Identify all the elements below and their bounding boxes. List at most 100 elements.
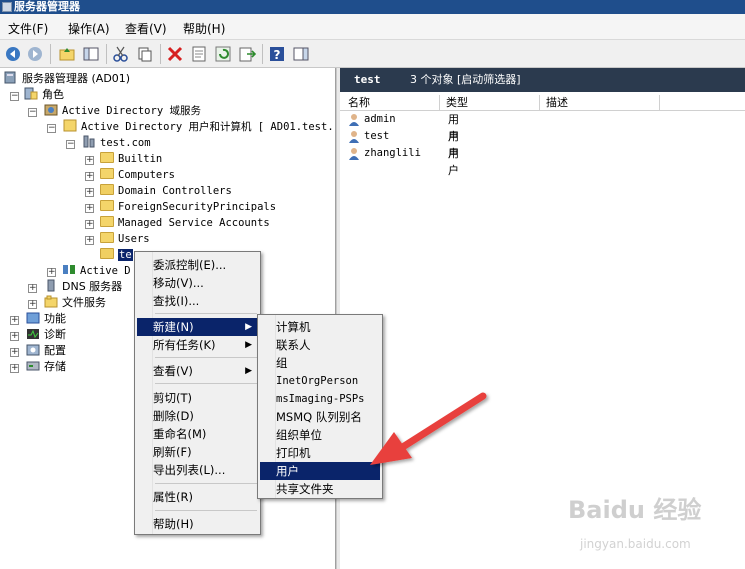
storage-icon — [26, 361, 40, 371]
menu-view[interactable]: 查看(V) — [125, 20, 167, 37]
folder-icon — [100, 232, 114, 243]
tree-item-users[interactable]: Users — [100, 231, 150, 247]
menu-item-cut[interactable]: 剪切(T) — [137, 389, 258, 407]
tree-item-builtin[interactable]: Builtin — [100, 151, 162, 167]
collapse-toggle[interactable]: − — [66, 140, 75, 149]
menu-item-all-tasks[interactable]: 所有任务(K) ▶ — [137, 336, 258, 354]
expand-toggle[interactable]: + — [85, 188, 94, 197]
help-icon[interactable]: ? — [268, 45, 286, 63]
tree-item-roles[interactable]: 角色 — [24, 87, 64, 103]
tree-item-aduc[interactable]: Active Directory 用户和计算机 [ AD01.test. — [63, 119, 334, 135]
tree-label: te — [118, 249, 133, 261]
tree-label: Managed Service Accounts — [118, 217, 270, 229]
submenu-item-computer[interactable]: 计算机 — [260, 318, 380, 336]
tree-item-server-manager[interactable]: 服务器管理器 (AD01) — [4, 71, 130, 87]
menu-help[interactable]: 帮助(H) — [183, 20, 225, 37]
show-hide-tree-icon[interactable] — [82, 45, 100, 63]
refresh-icon[interactable] — [214, 45, 232, 63]
tree-item-configuration[interactable]: 配置 — [26, 343, 66, 359]
submenu-arrow-icon: ▶ — [245, 322, 252, 332]
menu-item-rename[interactable]: 重命名(M) — [137, 425, 258, 443]
user-name: admin — [364, 113, 396, 125]
user-type: 用户 — [448, 147, 459, 177]
column-description[interactable]: 描述 — [540, 95, 660, 111]
back-icon[interactable] — [4, 45, 22, 63]
menu-file[interactable]: 文件(F) — [8, 20, 48, 37]
menu-item-find[interactable]: 查找(I)... — [137, 292, 258, 310]
expand-toggle[interactable]: + — [28, 300, 37, 309]
tree-label: DNS 服务器 — [62, 280, 123, 293]
menu-item-properties[interactable]: 属性(R) — [137, 488, 258, 506]
submenu-item-printer[interactable]: 打印机 — [260, 444, 380, 462]
tree-label: test.com — [100, 137, 151, 149]
diagnostics-icon — [27, 329, 39, 339]
collapse-toggle[interactable]: − — [47, 124, 56, 133]
menu-action[interactable]: 操作(A) — [68, 20, 110, 37]
submenu-item-inetorgperson[interactable]: InetOrgPerson — [260, 372, 380, 390]
expand-toggle[interactable]: + — [10, 364, 19, 373]
expand-toggle[interactable]: + — [28, 284, 37, 293]
expand-toggle[interactable]: + — [10, 332, 19, 341]
expand-toggle[interactable]: + — [85, 204, 94, 213]
ou-folder-icon — [100, 248, 114, 259]
tree-item-dns[interactable]: DNS 服务器 — [44, 279, 122, 295]
forward-icon[interactable] — [26, 45, 44, 63]
collapse-toggle[interactable]: − — [28, 108, 37, 117]
expand-toggle[interactable]: + — [10, 348, 19, 357]
menu-item-export-list[interactable]: 导出列表(L)... — [137, 461, 258, 479]
submenu-item-organizational-unit[interactable]: 组织单位 — [260, 426, 380, 444]
context-menu: 委派控制(E)... 移动(V)... 查找(I)... 新建(N) ▶ 所有任务… — [134, 251, 261, 535]
column-header: 名称 类型 描述 — [340, 95, 745, 111]
configuration-icon — [26, 344, 40, 356]
tree-item-computers[interactable]: Computers — [100, 167, 175, 183]
folder-icon — [100, 152, 114, 163]
submenu-item-user[interactable]: 用户 — [260, 462, 380, 480]
expand-toggle[interactable]: + — [10, 316, 19, 325]
delete-icon[interactable] — [166, 45, 184, 63]
expand-toggle[interactable]: + — [85, 236, 94, 245]
tree-item-domain-controllers[interactable]: Domain Controllers — [100, 183, 232, 199]
tree-item-storage[interactable]: 存储 — [26, 359, 66, 375]
menu-item-new[interactable]: 新建(N) ▶ — [137, 318, 258, 336]
tree-item-diagnostics[interactable]: 诊断 — [26, 327, 66, 343]
tree-item-features[interactable]: 功能 — [26, 311, 66, 327]
menu-item-delegate-control[interactable]: 委派控制(E)... — [137, 256, 258, 274]
submenu-item-msimaging-psps[interactable]: msImaging-PSPs — [260, 390, 380, 408]
show-action-pane-icon[interactable] — [292, 45, 310, 63]
menu-item-delete[interactable]: 删除(D) — [137, 407, 258, 425]
tree-item-test-ou[interactable]: te — [100, 247, 133, 263]
cut-icon[interactable] — [112, 45, 130, 63]
menu-item-move[interactable]: 移动(V)... — [137, 274, 258, 292]
tree-label: 角色 — [42, 88, 64, 101]
menu-item-refresh[interactable]: 刷新(F) — [137, 443, 258, 461]
menu-item-view[interactable]: 查看(V) ▶ — [137, 362, 258, 380]
column-type[interactable]: 类型 — [440, 95, 540, 111]
menu-item-help[interactable]: 帮助(H) — [137, 515, 258, 533]
ad-ds-icon — [44, 104, 58, 116]
file-services-icon — [44, 295, 58, 308]
submenu-item-group[interactable]: 组 — [260, 354, 380, 372]
submenu-item-msmq-queue-alias[interactable]: MSMQ 队列别名 — [260, 408, 380, 426]
expand-toggle[interactable]: + — [85, 156, 94, 165]
tree-item-ad-domain-services[interactable]: Active Directory 域服务 — [44, 103, 201, 119]
expand-toggle[interactable]: + — [47, 268, 56, 277]
tree-item-ad-sites[interactable]: Active D — [62, 263, 131, 279]
collapse-toggle[interactable]: − — [10, 92, 19, 101]
folder-icon — [100, 216, 114, 227]
expand-toggle[interactable]: + — [85, 172, 94, 181]
submenu-item-shared-folder[interactable]: 共享文件夹 — [260, 480, 380, 498]
up-folder-icon[interactable] — [58, 45, 76, 63]
tree-item-managed-service-accounts[interactable]: Managed Service Accounts — [100, 215, 270, 231]
column-name[interactable]: 名称 — [342, 95, 440, 111]
object-count: 3 个对象 [启动筛选器] — [410, 73, 521, 86]
tree-item-foreign-security-principals[interactable]: ForeignSecurityPrincipals — [100, 199, 276, 215]
properties-icon[interactable] — [190, 45, 208, 63]
expand-toggle[interactable]: + — [85, 220, 94, 229]
tree-label: 存储 — [44, 360, 66, 373]
user-icon — [349, 114, 359, 126]
submenu-item-contact[interactable]: 联系人 — [260, 336, 380, 354]
copy-icon[interactable] — [136, 45, 154, 63]
tree-item-file-services[interactable]: 文件服务 — [44, 295, 106, 311]
tree-item-domain[interactable]: test.com — [82, 135, 151, 151]
export-list-icon[interactable] — [238, 45, 256, 63]
